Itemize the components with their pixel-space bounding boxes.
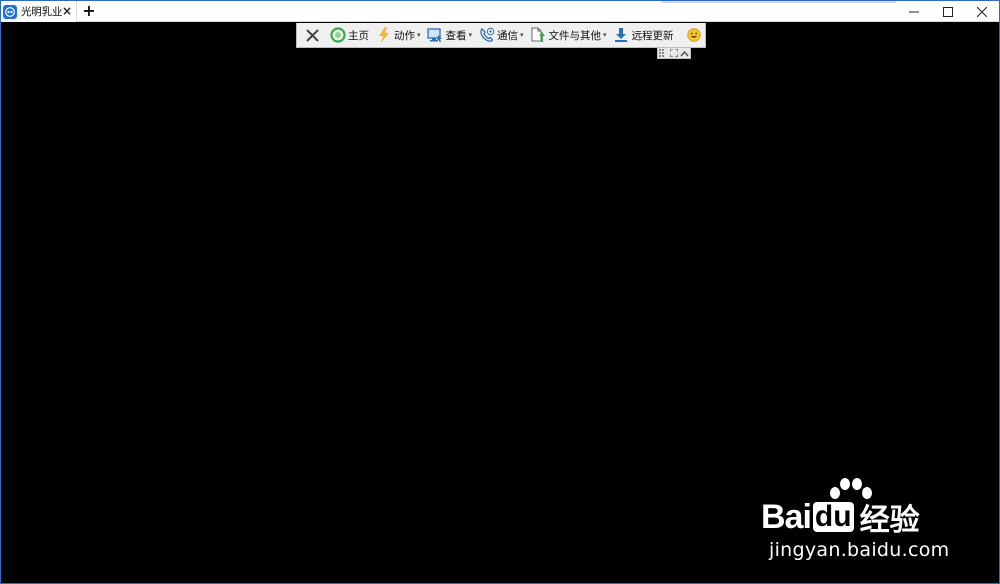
toolbar-actions-menu[interactable]: 动作 ▾: [372, 24, 424, 46]
chevron-down-icon: ▾: [468, 31, 473, 39]
toolbar-remote-update-button[interactable]: 远程更新: [610, 24, 677, 46]
chevron-down-icon: ▾: [520, 31, 524, 39]
download-icon: [613, 27, 630, 44]
minimize-button[interactable]: [897, 1, 931, 22]
watermark-brand-jingyan: 经验: [859, 503, 920, 538]
remote-session-window: 光明乳业 × + 主页 动作 ▾ 查看 ▾ 通信 ▾ 文件与其他 ▾ 远程更新 …: [0, 0, 1000, 584]
lightning-icon: [375, 27, 392, 44]
watermark-brand: Bai du 经验: [761, 495, 920, 539]
smiley-icon: [686, 27, 703, 44]
toolbar-communicate-menu[interactable]: 通信 ▾: [475, 24, 527, 46]
teamviewer-logo-icon: [3, 4, 17, 19]
title-accent-line: [661, 1, 896, 3]
remote-toolbar: 主页 动作 ▾ 查看 ▾ 通信 ▾ 文件与其他 ▾ 远程更新: [296, 23, 706, 48]
chevron-down-icon: ▾: [603, 31, 607, 39]
home-label: 主页: [348, 29, 369, 42]
actions-label: 动作: [394, 29, 415, 42]
phone-icon: [478, 27, 495, 44]
close-window-button[interactable]: [965, 1, 999, 22]
watermark-brand-du: du: [812, 500, 854, 533]
session-tab[interactable]: 光明乳业 ×: [1, 1, 77, 22]
toolbar-home-button[interactable]: 主页: [326, 24, 372, 46]
monitor-icon: [427, 27, 444, 44]
tab-title: 光明乳业: [21, 6, 63, 18]
toolbar-close-button[interactable]: [301, 24, 326, 46]
drag-handle-icon[interactable]: [658, 49, 668, 58]
toolbar-view-menu[interactable]: 查看 ▾: [424, 24, 476, 46]
title-bar: 光明乳业 × +: [1, 1, 999, 22]
new-tab-button[interactable]: +: [82, 2, 96, 20]
fullscreen-icon[interactable]: [669, 49, 679, 58]
files-label: 文件与其他: [548, 29, 602, 42]
toolbar-files-menu[interactable]: 文件与其他 ▾: [527, 24, 610, 46]
watermark-brand-bai: Bai: [761, 497, 812, 536]
watermark-url: jingyan.baidu.com: [769, 539, 950, 561]
toolbar-sub-controls: [657, 48, 691, 59]
view-label: 查看: [445, 29, 467, 42]
window-controls: [897, 1, 999, 22]
home-icon: [329, 27, 346, 44]
baidu-jingyan-watermark: Bai du 经验 jingyan.baidu.com: [761, 477, 961, 567]
toolbar-feedback-button[interactable]: [683, 24, 708, 46]
communicate-label: 通信: [497, 29, 519, 42]
close-icon: [304, 27, 321, 44]
remote-update-label: 远程更新: [631, 29, 674, 42]
maximize-button[interactable]: [931, 1, 965, 22]
chevron-up-icon[interactable]: [680, 49, 690, 58]
chevron-down-icon: ▾: [417, 31, 421, 39]
file-icon: [530, 27, 547, 44]
tab-close-icon[interactable]: ×: [62, 4, 72, 18]
